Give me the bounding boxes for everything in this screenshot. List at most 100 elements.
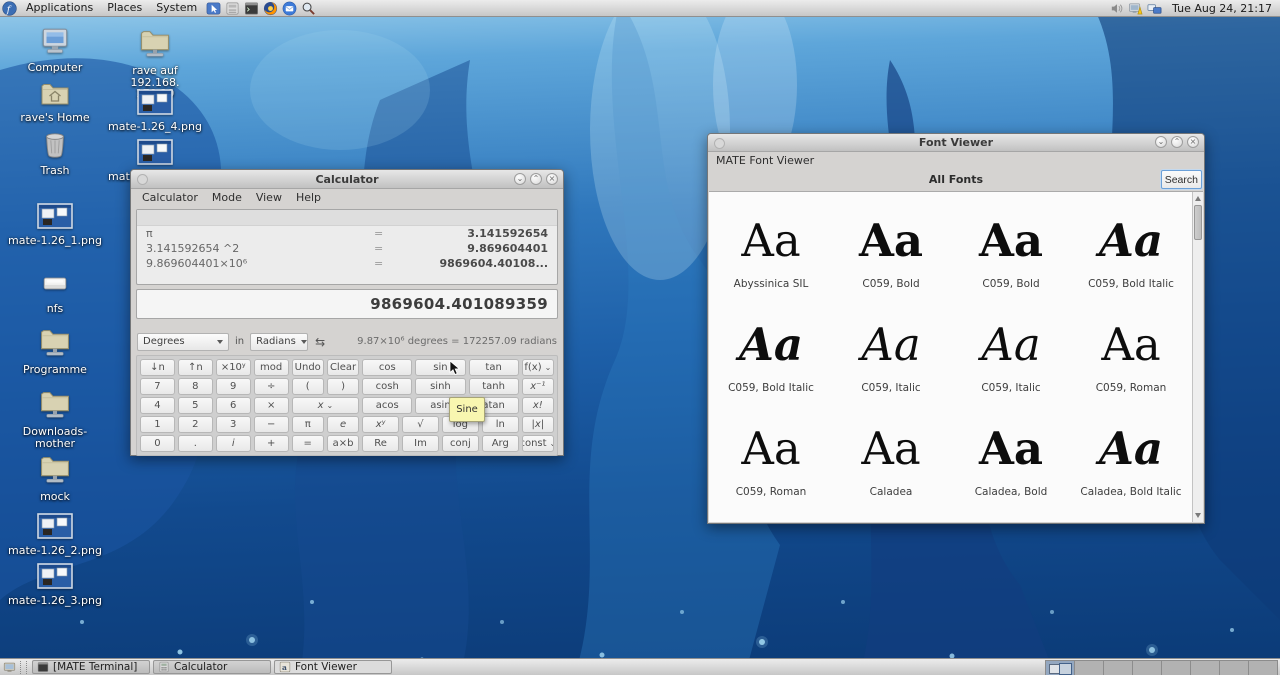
calc-key[interactable]: ( [292, 378, 324, 395]
calc-key[interactable]: conj [442, 435, 479, 452]
calc-key[interactable]: e [327, 416, 359, 433]
menu-help[interactable]: Help [289, 191, 328, 204]
terminal-icon[interactable] [244, 1, 259, 16]
font-card[interactable]: Aa Caladea, Bold Italic [1071, 400, 1191, 504]
font-card[interactable]: Aa C059, Bold [831, 192, 951, 296]
fedora-logo-icon[interactable]: f [2, 1, 17, 16]
calc-key[interactable]: 3 [216, 416, 251, 433]
scrollbar[interactable] [1192, 192, 1203, 522]
desktop-icon-home[interactable]: rave's Home [7, 80, 103, 124]
magnifier-icon[interactable] [301, 1, 316, 16]
font-card[interactable]: Aa C059, Roman [711, 400, 831, 504]
calc-key[interactable]: x! [522, 397, 554, 414]
font-viewer-titlebar[interactable]: Font Viewer ⌄ ⌃ × [708, 134, 1204, 152]
calc-key[interactable]: 4 [140, 397, 175, 414]
desktop-icon-mock[interactable]: mock [7, 454, 103, 503]
font-card[interactable]: Aa C059, Bold [951, 192, 1071, 296]
close-button[interactable]: × [1187, 136, 1199, 148]
workspace-6[interactable] [1191, 661, 1220, 675]
desktop-icon-image4[interactable]: mate-1.26_4.png [107, 89, 203, 133]
font-card[interactable]: Aa Caladea [831, 400, 951, 504]
font-card[interactable]: Aa C059, Bold Italic [711, 296, 831, 400]
font-card[interactable]: Aa Abyssinica SIL [711, 192, 831, 296]
maximize-button[interactable]: ⌃ [530, 173, 542, 185]
pointer-launcher-icon[interactable] [206, 1, 221, 16]
font-card[interactable]: Aa C059, Roman [1071, 296, 1191, 400]
swap-units-button[interactable]: ⇆ [314, 335, 326, 349]
panel-handle[interactable] [20, 661, 27, 674]
calc-key[interactable]: ) [327, 378, 359, 395]
window-menu-button[interactable] [137, 174, 148, 185]
calc-key[interactable]: = [292, 435, 324, 452]
workspace-8[interactable] [1249, 661, 1277, 675]
calc-key[interactable]: + [254, 435, 289, 452]
calc-key[interactable]: cos [362, 359, 412, 376]
calc-key[interactable]: × [254, 397, 289, 414]
calc-key[interactable]: ÷ [254, 378, 289, 395]
calc-key[interactable]: ↑n [178, 359, 213, 376]
calc-key[interactable]: sinh [415, 378, 465, 395]
clock[interactable]: Tue Aug 24, 21:17 [1164, 2, 1280, 15]
scroll-down-icon[interactable] [1195, 513, 1201, 518]
calc-key[interactable]: Arg [482, 435, 519, 452]
font-card[interactable]: Aa C059, Bold Italic [1071, 192, 1191, 296]
menu-system[interactable]: System [149, 0, 204, 16]
menu-places[interactable]: Places [100, 0, 149, 16]
workspace-7[interactable] [1220, 661, 1249, 675]
menu-calculator[interactable]: Calculator [135, 191, 205, 204]
menu-applications[interactable]: Applications [19, 0, 100, 16]
font-card[interactable]: Aa C059, Italic [951, 296, 1071, 400]
desktop-icon-programme[interactable]: Programme [7, 327, 103, 376]
workspace-1[interactable] [1046, 661, 1075, 675]
menu-mode[interactable]: Mode [205, 191, 249, 204]
calc-key[interactable]: 9 [216, 378, 251, 395]
task-button-font-viewer[interactable]: a Font Viewer [274, 660, 392, 674]
calc-key[interactable]: 7 [140, 378, 175, 395]
calc-key[interactable]: √ [402, 416, 439, 433]
calc-key[interactable]: Re [362, 435, 399, 452]
close-button[interactable]: × [546, 173, 558, 185]
calc-key[interactable]: Clear [327, 359, 359, 376]
desktop-icon-nfs[interactable]: nfs [7, 270, 103, 315]
desktop-icon-image1[interactable]: mate-1.26_1.png [7, 203, 103, 247]
calc-key-fx-dropdown[interactable]: f(x)⌄ [522, 359, 554, 376]
font-card[interactable]: Aa C059, Italic [831, 296, 951, 400]
scrollbar-thumb[interactable] [1194, 205, 1202, 240]
calc-key[interactable]: 5 [178, 397, 213, 414]
unit-from-dropdown[interactable]: Degrees [137, 333, 229, 351]
minimize-button[interactable]: ⌄ [514, 173, 526, 185]
task-button-terminal[interactable]: [MATE Terminal] [32, 660, 150, 674]
mail-icon[interactable] [282, 1, 297, 16]
calculator-titlebar[interactable]: Calculator ⌄ ⌃ × [131, 170, 563, 189]
scroll-up-icon[interactable] [1195, 196, 1201, 201]
desktop-icon-downloads-mother[interactable]: Downloads-mother [7, 389, 103, 449]
calc-key[interactable]: 0 [140, 435, 175, 452]
font-card[interactable]: Aa Caladea, Bold [951, 400, 1071, 504]
calc-key[interactable]: ×10ʸ [216, 359, 251, 376]
desktop-icon-computer[interactable]: Computer [7, 28, 103, 74]
desktop-icon-image3[interactable]: mate-1.26_3.png [7, 563, 103, 607]
calc-key[interactable]: . [178, 435, 213, 452]
calc-key[interactable]: tan [469, 359, 519, 376]
calc-key-variable-dropdown[interactable]: x⌄ [292, 397, 360, 414]
workspace-4[interactable] [1133, 661, 1162, 675]
calc-key[interactable]: i [216, 435, 251, 452]
calc-key[interactable]: tanh [469, 378, 519, 395]
archive-icon[interactable] [225, 1, 240, 16]
calc-key[interactable]: 2 [178, 416, 213, 433]
calc-key[interactable]: ↓n [140, 359, 175, 376]
calc-key[interactable]: mod [254, 359, 289, 376]
calc-key[interactable]: − [254, 416, 289, 433]
calc-key[interactable]: a×b [327, 435, 359, 452]
workspace-5[interactable] [1162, 661, 1191, 675]
workspace-2[interactable] [1075, 661, 1104, 675]
calc-key[interactable]: cosh [362, 378, 412, 395]
network-icon[interactable] [1147, 1, 1162, 16]
calc-key[interactable]: acos [362, 397, 412, 414]
calc-key[interactable]: x⁻¹ [522, 378, 554, 395]
maximize-button[interactable]: ⌃ [1171, 136, 1183, 148]
calc-key-const-dropdown[interactable]: const⌄ [522, 435, 554, 452]
workspace-3[interactable] [1104, 661, 1133, 675]
task-button-calculator[interactable]: Calculator [153, 660, 271, 674]
calc-key[interactable]: ln [482, 416, 519, 433]
